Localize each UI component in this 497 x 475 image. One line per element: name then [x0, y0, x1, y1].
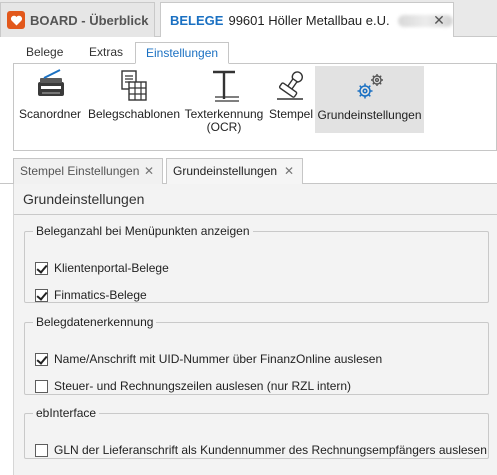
- group-legend: Beleganzahl bei Menüpunkten anzeigen: [36, 224, 250, 238]
- checkbox[interactable]: [35, 261, 48, 275]
- group-beleganzahl: Beleganzahl bei Menüpunkten anzeigen Kli…: [24, 224, 489, 303]
- checkbox[interactable]: [35, 352, 48, 366]
- checkbox-steuer-rechnungszeilen[interactable]: Steuer- und Rechnungszeilen auslesen (nu…: [35, 378, 351, 394]
- texterkennung-label-line2: (OCR): [206, 120, 242, 134]
- checkbox-label: Steuer- und Rechnungszeilen auslesen (nu…: [54, 379, 352, 393]
- ribbon-tab-einstellungen[interactable]: Einstellungen: [135, 42, 230, 64]
- template-icon: [121, 70, 147, 101]
- tab-belege-client[interactable]: BELEGE 99601 Höller Metallbau e.U. ✕: [160, 2, 454, 38]
- stempel-button[interactable]: Stempel: [266, 64, 316, 150]
- scanner-icon: [38, 69, 64, 96]
- close-icon[interactable]: ✕: [144, 159, 154, 183]
- panel-title: Grundeinstellungen: [14, 184, 497, 215]
- grundeinstellungen-label: Grundeinstellungen: [317, 108, 422, 122]
- checkbox-label: Klientenportal-Belege: [54, 261, 169, 275]
- tab-stempel-einstellungen[interactable]: Stempel Einstellungen ✕: [13, 158, 163, 184]
- ribbon-tab-extras[interactable]: Extras: [79, 42, 133, 64]
- ocr-icon: [213, 70, 239, 102]
- stamp-icon: [277, 71, 304, 100]
- tab-belege-keyword: BELEGE: [170, 13, 224, 28]
- group-ebinterface: ebInterface GLN der Lieferanschrift als …: [24, 406, 489, 459]
- document-tab-bar: BOARD - Überblick BELEGE 99601 Höller Me…: [0, 0, 497, 38]
- checkbox-gln-kundennummer[interactable]: GLN der Lieferanschrift als Kundennummer…: [35, 442, 487, 458]
- close-icon[interactable]: ✕: [284, 159, 294, 183]
- checkbox-name-anschrift-uid[interactable]: Name/Anschrift mit UID-Nummer über Finan…: [35, 351, 382, 367]
- checkbox-finmatics-belege[interactable]: Finmatics-Belege: [35, 287, 147, 303]
- belegschablonen-label: Belegschablonen: [87, 107, 181, 121]
- checkbox[interactable]: [35, 379, 48, 393]
- checkbox-label: Name/Anschrift mit UID-Nummer über Finan…: [54, 352, 383, 366]
- scanordner-button[interactable]: Scanordner: [14, 64, 86, 150]
- checkbox[interactable]: [35, 288, 48, 302]
- ribbon-tab-bar: Belege Extras Einstellungen: [0, 37, 497, 64]
- settings-panel: Grundeinstellungen Beleganzahl bei Menüp…: [13, 184, 497, 475]
- checkbox-label: Finmatics-Belege: [54, 288, 147, 302]
- tab-grundeinstellungen-label: Grundeinstellungen: [173, 164, 278, 178]
- group-belegdatenerkennung: Belegdatenerkennung Name/Anschrift mit U…: [24, 315, 489, 395]
- checkbox[interactable]: [35, 443, 48, 457]
- checkbox-label: GLN der Lieferanschrift als Kundennummer…: [54, 443, 487, 457]
- board-logo-icon: [7, 11, 25, 29]
- tab-board-label: BOARD - Überblick: [30, 12, 149, 28]
- texterkennung-button[interactable]: Texterkennung (OCR): [182, 64, 266, 150]
- settings-tab-bar: Stempel Einstellungen ✕ Grundeinstellung…: [0, 158, 497, 184]
- group-legend: ebInterface: [36, 406, 97, 420]
- ribbon-tab-belege[interactable]: Belege: [16, 42, 73, 64]
- grundeinstellungen-button[interactable]: Grundeinstellungen: [315, 66, 424, 133]
- tab-board-overview[interactable]: BOARD - Überblick: [0, 2, 155, 37]
- close-icon[interactable]: ✕: [431, 12, 447, 28]
- tab-stempel-einstellungen-label: Stempel Einstellungen: [20, 164, 140, 178]
- group-legend: Belegdatenerkennung: [36, 315, 154, 329]
- checkbox-klientenportal-belege[interactable]: Klientenportal-Belege: [35, 260, 169, 276]
- ribbon-panel: Scanordner Belegschablonen Texterkennung…: [13, 63, 497, 151]
- scanordner-label: Scanordner: [18, 107, 82, 121]
- stempel-label: Stempel: [268, 107, 314, 121]
- tab-grundeinstellungen[interactable]: Grundeinstellungen ✕: [166, 158, 303, 184]
- tab-belege-title: 99601 Höller Metallbau e.U.: [228, 13, 390, 28]
- gears-icon: [357, 74, 383, 99]
- belegschablonen-button[interactable]: Belegschablonen: [86, 64, 182, 150]
